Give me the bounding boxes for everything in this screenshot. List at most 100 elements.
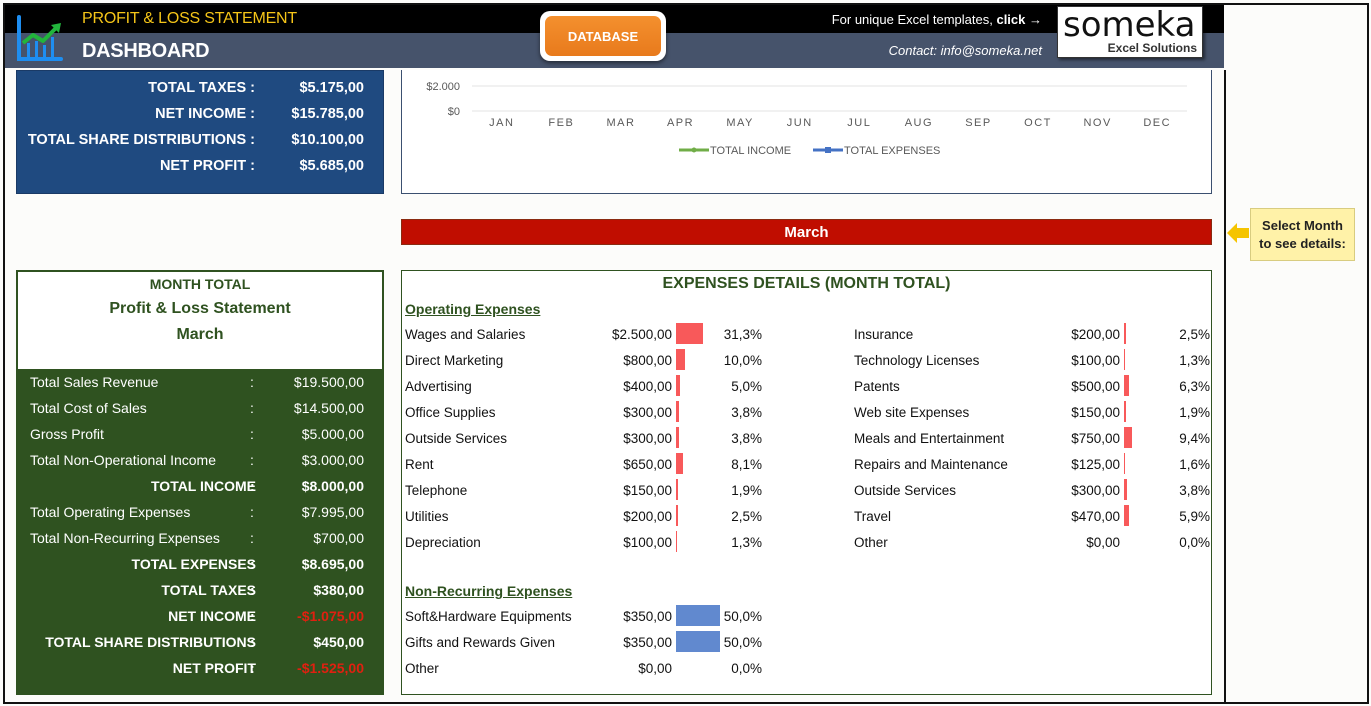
expense-amount: $200,00 (623, 509, 672, 524)
x-tick-label: MAR (606, 117, 635, 129)
chart-canvas: $2.000 $0 JAN FEB MAR APR MAY JUN JUL AUG SEP OCT NO… (426, 81, 1187, 157)
expense-label: Rent (405, 457, 434, 472)
expense-percent: 5,0% (731, 379, 762, 394)
database-button[interactable]: DATABASE (540, 11, 666, 61)
expense-percent: 8,1% (731, 457, 762, 472)
legend-item[interactable]: TOTAL INCOME (679, 145, 791, 157)
expense-row: Meals and Entertainment $750,00 9,4% (854, 427, 1210, 455)
expense-share-bar (1124, 453, 1126, 474)
summary-value: $5.175,00 (299, 80, 364, 96)
pl-row-value: $450,00 (313, 634, 364, 650)
income-expenses-chart[interactable]: $2.000 $0 JAN FEB MAR APR MAY JUN JUL AUG SEP OCT NO… (401, 70, 1212, 194)
expense-row: Repairs and Maintenance $125,00 1,6% (854, 453, 1210, 481)
expense-amount: $150,00 (623, 483, 672, 498)
pl-row: Total Non-Recurring Expenses: $700,00 (18, 530, 382, 554)
x-tick-label: MAY (726, 117, 754, 129)
summary-row: TOTAL TAXES : $5.175,00 (17, 80, 383, 104)
dashboard-sheet: PROFIT & LOSS STATEMENT DASHBOARD DATABA… (0, 0, 1371, 706)
pl-row-label: Total Non-Recurring Expenses (30, 530, 220, 546)
expense-percent: 0,0% (1179, 535, 1210, 550)
pl-row-value: $14.500,00 (293, 400, 364, 416)
pl-row-colon: : (250, 478, 255, 494)
expense-label: Gifts and Rewards Given (405, 635, 556, 650)
expense-label: Technology Licenses (854, 353, 980, 368)
pl-row-value: $8.695,00 (301, 556, 364, 572)
selected-month-selector[interactable]: March (401, 219, 1212, 245)
summary-label: NET PROFIT : (159, 158, 255, 174)
pl-row: TOTAL INCOME: $8.000,00 (18, 478, 382, 502)
expense-row: Wages and Salaries $2.500,00 31,3% (405, 323, 762, 351)
expense-label: Direct Marketing (405, 353, 504, 368)
expense-share-bar (1124, 427, 1133, 448)
x-tick-label: JUL (847, 117, 871, 129)
expense-row: Outside Services $300,00 3,8% (854, 479, 1210, 507)
pl-row-colon: : (250, 374, 254, 390)
pl-row-value: $7.995,00 (301, 504, 364, 520)
expense-row: Other $0,00 0,0% (854, 535, 1210, 559)
expense-percent: 1,9% (1179, 405, 1210, 420)
database-button-label[interactable]: DATABASE (545, 16, 661, 56)
expense-label: Outside Services (405, 431, 508, 446)
contact-email[interactable]: Contact: info@someka.net (889, 43, 1042, 58)
pl-row: NET PROFIT: -$1.525,00 (18, 660, 382, 684)
expense-amount: $100,00 (623, 535, 672, 550)
expense-row: Technology Licenses $100,00 1,3% (854, 349, 1210, 377)
expense-share-bar (676, 401, 680, 422)
expense-row: Insurance $200,00 2,5% (854, 323, 1210, 351)
legend-item[interactable]: TOTAL EXPENSES (813, 145, 940, 157)
expense-share-bar (676, 453, 683, 474)
pl-row: Total Operating Expenses: $7.995,00 (18, 504, 382, 528)
x-tick-label: OCT (1024, 117, 1052, 129)
divider (1224, 70, 1226, 704)
promo-text[interactable]: For unique Excel templates, click → (832, 12, 1042, 27)
summary-value: $10.100,00 (291, 132, 364, 148)
summary-value: $15.785,00 (291, 106, 364, 122)
expense-percent: 10,0% (723, 353, 762, 368)
expense-share-bar (676, 605, 720, 626)
pl-row-label: NET INCOME (168, 608, 256, 624)
pl-row-label: NET PROFIT (172, 660, 256, 676)
pl-row-colon: : (250, 582, 255, 598)
pl-row: TOTAL EXPENSES: $8.695,00 (18, 556, 382, 580)
pl-row-label: TOTAL TAXES (161, 582, 256, 598)
expense-percent: 3,8% (1179, 483, 1210, 498)
expense-share-bar (676, 375, 681, 396)
x-tick-label: AUG (905, 117, 933, 129)
expense-percent: 1,3% (1179, 353, 1210, 368)
pl-row-colon: : (250, 452, 254, 468)
expense-percent: 2,5% (731, 509, 762, 524)
expense-label: Outside Services (854, 483, 957, 498)
page-title: DASHBOARD (82, 40, 210, 62)
chart-growth-icon (17, 15, 63, 61)
expense-amount: $100,00 (1071, 353, 1120, 368)
pl-row-colon: : (250, 504, 254, 520)
hint-line: to see details: (1259, 236, 1346, 251)
expense-row: Direct Marketing $800,00 10,0% (405, 349, 762, 377)
summary-value: $5.685,00 (299, 158, 364, 174)
expense-percent: 50,0% (723, 609, 762, 624)
legend-label: TOTAL INCOME (710, 145, 791, 157)
pl-row-value: $19.500,00 (293, 374, 364, 390)
expense-amount: $350,00 (623, 609, 672, 624)
x-tick-label: SEP (965, 117, 992, 129)
expense-percent: 3,8% (731, 431, 762, 446)
expense-label: Depreciation (405, 535, 481, 550)
promo-link[interactable]: click → (996, 12, 1042, 27)
expense-percent: 6,3% (1179, 379, 1210, 394)
expense-percent: 9,4% (1179, 431, 1210, 446)
x-tick-label: JAN (489, 117, 514, 129)
expense-amount: $350,00 (623, 635, 672, 650)
pl-row-colon: : (250, 660, 255, 676)
expense-share-bar (1124, 375, 1130, 396)
expense-row: Web site Expenses $150,00 1,9% (854, 401, 1210, 429)
expense-label: Utilities (405, 509, 449, 524)
expense-row: Other $0,00 0,0% (405, 661, 762, 685)
logo-subtitle: Excel Solutions (1107, 41, 1197, 55)
x-tick-label: NOV (1083, 117, 1111, 129)
expense-row: Soft&Hardware Equipments $350,00 50,0% (405, 605, 762, 633)
someka-logo[interactable]: someka Excel Solutions (1057, 5, 1203, 58)
expense-row: Outside Services $300,00 3,8% (405, 427, 762, 455)
pl-row-value: $700,00 (313, 530, 364, 546)
hint-line: Select Month (1262, 218, 1343, 233)
expense-label: Insurance (854, 327, 914, 342)
